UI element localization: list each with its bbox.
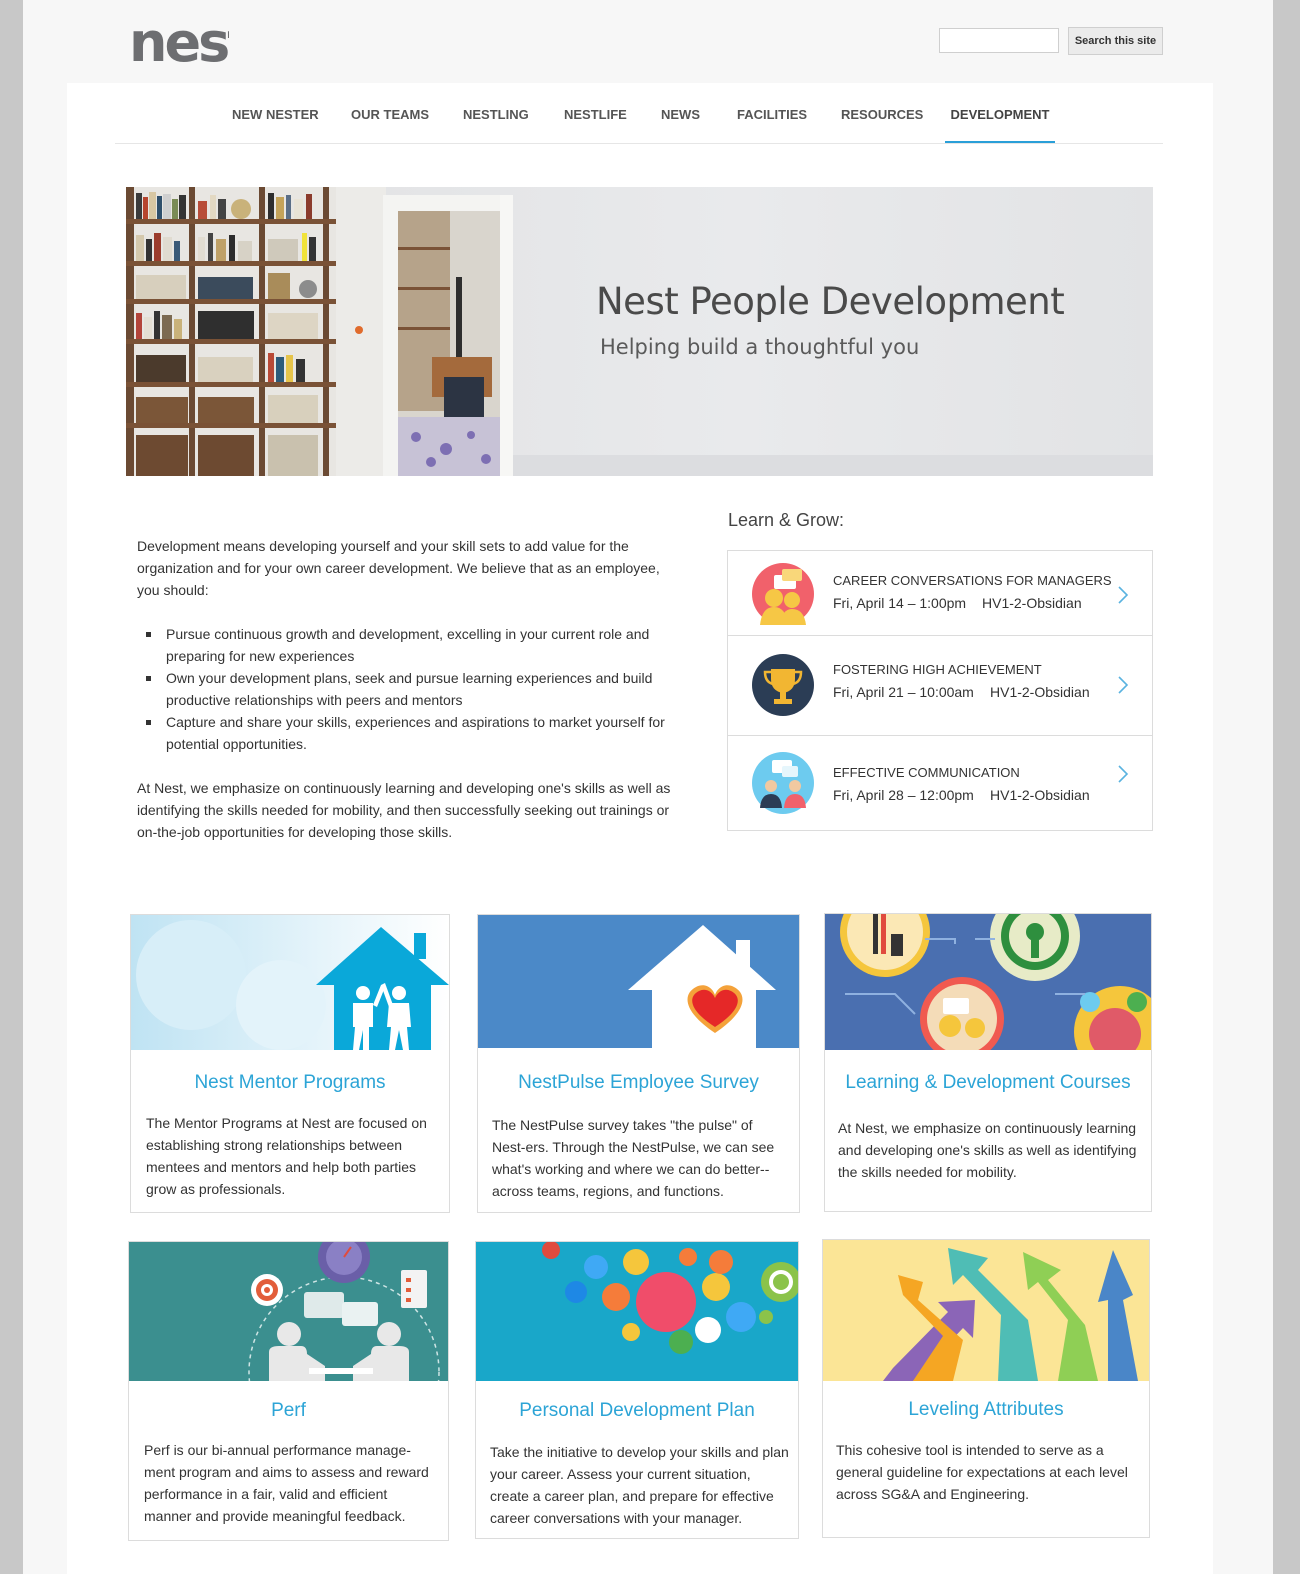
event-item[interactable]: CAREER CONVERSATIONS FOR MANAGERS Fri, A…: [728, 551, 1152, 636]
nav-development[interactable]: DEVELOPMENT: [945, 83, 1055, 143]
event-title: EFFECTIVE COMMUNICATION: [833, 765, 1020, 780]
main-content: NEW NESTER OUR TEAMS NESTLING NESTLIFE N…: [67, 83, 1213, 1574]
event-location: HV1-2-Obsidian: [990, 684, 1090, 700]
nav-resources[interactable]: RESOURCES: [841, 83, 923, 143]
card-description: At Nest, we emphasize on continuously le…: [838, 1120, 1137, 1180]
intro-paragraph: At Nest, we emphasize on continuously le…: [137, 780, 671, 840]
card-description: The NestPulse survey takes "the pulse" o…: [492, 1117, 775, 1199]
card-nestpulse-survey[interactable]: NestPulse Employee Survey The NestPulse …: [477, 914, 800, 1213]
conversation-icon: [752, 563, 814, 625]
card-title: Personal Development Plan: [519, 1400, 755, 1421]
chevron-right-icon: [1118, 765, 1129, 783]
mentor-house-icon: [131, 915, 449, 1050]
nav-news[interactable]: NEWS: [661, 83, 700, 143]
event-title: FOSTERING HIGH ACHIEVEMENT: [833, 662, 1042, 677]
event-title: CAREER CONVERSATIONS FOR MANAGERS: [833, 573, 1112, 588]
card-title: NestPulse Employee Survey: [518, 1072, 759, 1093]
communication-icon: [752, 752, 814, 814]
svg-text:nest: nest: [129, 14, 229, 70]
heart-house-icon: [478, 915, 799, 1048]
card-personal-development-plan[interactable]: Personal Development Plan Take the initi…: [475, 1241, 799, 1539]
event-location: HV1-2-Obsidian: [982, 595, 1082, 611]
event-date: Fri, April 21 – 10:00am: [833, 684, 974, 700]
hero-banner: Nest People Development Helping build a …: [126, 187, 1153, 476]
chevron-right-icon: [1118, 586, 1129, 604]
list-item: Own your development plans, seek and pur…: [146, 667, 677, 711]
main-nav: NEW NESTER OUR TEAMS NESTLING NESTLIFE N…: [115, 83, 1163, 144]
trophy-icon: [752, 654, 814, 716]
leveling-arrows-image: [823, 1240, 1149, 1381]
search-button[interactable]: Search this site: [1068, 27, 1163, 55]
card-learning-courses[interactable]: Learning & Development Courses At Nest, …: [824, 913, 1152, 1212]
intro-paragraph: Development means developing yourself an…: [137, 538, 660, 598]
perf-meeting-image: [129, 1242, 448, 1381]
learn-grow-heading: Learn & Grow:: [728, 510, 845, 530]
card-mentor-programs[interactable]: Nest Mentor Programs The Mentor Programs…: [130, 914, 450, 1213]
card-leveling-attributes[interactable]: Leveling Attributes This cohesive tool i…: [822, 1239, 1150, 1538]
event-location: HV1-2-Obsidian: [990, 787, 1090, 803]
nav-new-nester[interactable]: NEW NESTER: [232, 83, 319, 143]
hero-subtitle: Helping build a thoughtful you: [600, 335, 920, 359]
card-perf[interactable]: Perf Perf is our bi-annual performance m…: [128, 1241, 449, 1541]
page: nest Search this site NEW NESTER OUR TEA…: [23, 0, 1273, 1574]
intro-text: Development means developing yourself an…: [137, 535, 677, 843]
list-item: Pursue continuous growth and development…: [146, 623, 677, 667]
nav-nestling[interactable]: NESTLING: [463, 83, 529, 143]
learning-icons-image: [825, 914, 1151, 1050]
development-icons-image: [476, 1242, 798, 1381]
list-item: Capture and share your skills, experienc…: [146, 711, 677, 755]
card-title: Perf: [271, 1400, 306, 1421]
card-description: Perf is our bi-annual performance manage…: [144, 1442, 429, 1524]
nav-facilities[interactable]: FACILITIES: [737, 83, 807, 143]
nest-logo[interactable]: nest: [129, 11, 255, 74]
events-list: CAREER CONVERSATIONS FOR MANAGERS Fri, A…: [727, 550, 1153, 831]
chevron-right-icon: [1118, 676, 1129, 694]
hero-title: Nest People Development: [596, 280, 1065, 323]
card-title: Learning & Development Courses: [845, 1072, 1131, 1093]
card-description: Take the initiative to develop your skil…: [490, 1444, 789, 1526]
event-date: Fri, April 14 – 1:00pm: [833, 595, 967, 611]
nav-our-teams[interactable]: OUR TEAMS: [351, 83, 429, 143]
hero-room-image: [126, 187, 1153, 476]
card-description: The Mentor Programs at Nest are focused …: [146, 1115, 427, 1197]
card-title: Leveling Attributes: [908, 1399, 1064, 1420]
card-title: Nest Mentor Programs: [194, 1072, 386, 1093]
event-item[interactable]: EFFECTIVE COMMUNICATION Fri, April 28 – …: [728, 736, 1152, 830]
nav-nestlife[interactable]: NESTLIFE: [564, 83, 627, 143]
card-description: This cohesive tool is intended to serve …: [836, 1442, 1128, 1502]
intro-bullets: Pursue continuous growth and development…: [137, 623, 677, 755]
event-item[interactable]: FOSTERING HIGH ACHIEVEMENT Fri, April 21…: [728, 635, 1152, 736]
search-input[interactable]: [939, 28, 1059, 53]
event-date: Fri, April 28 – 12:00pm: [833, 787, 974, 803]
